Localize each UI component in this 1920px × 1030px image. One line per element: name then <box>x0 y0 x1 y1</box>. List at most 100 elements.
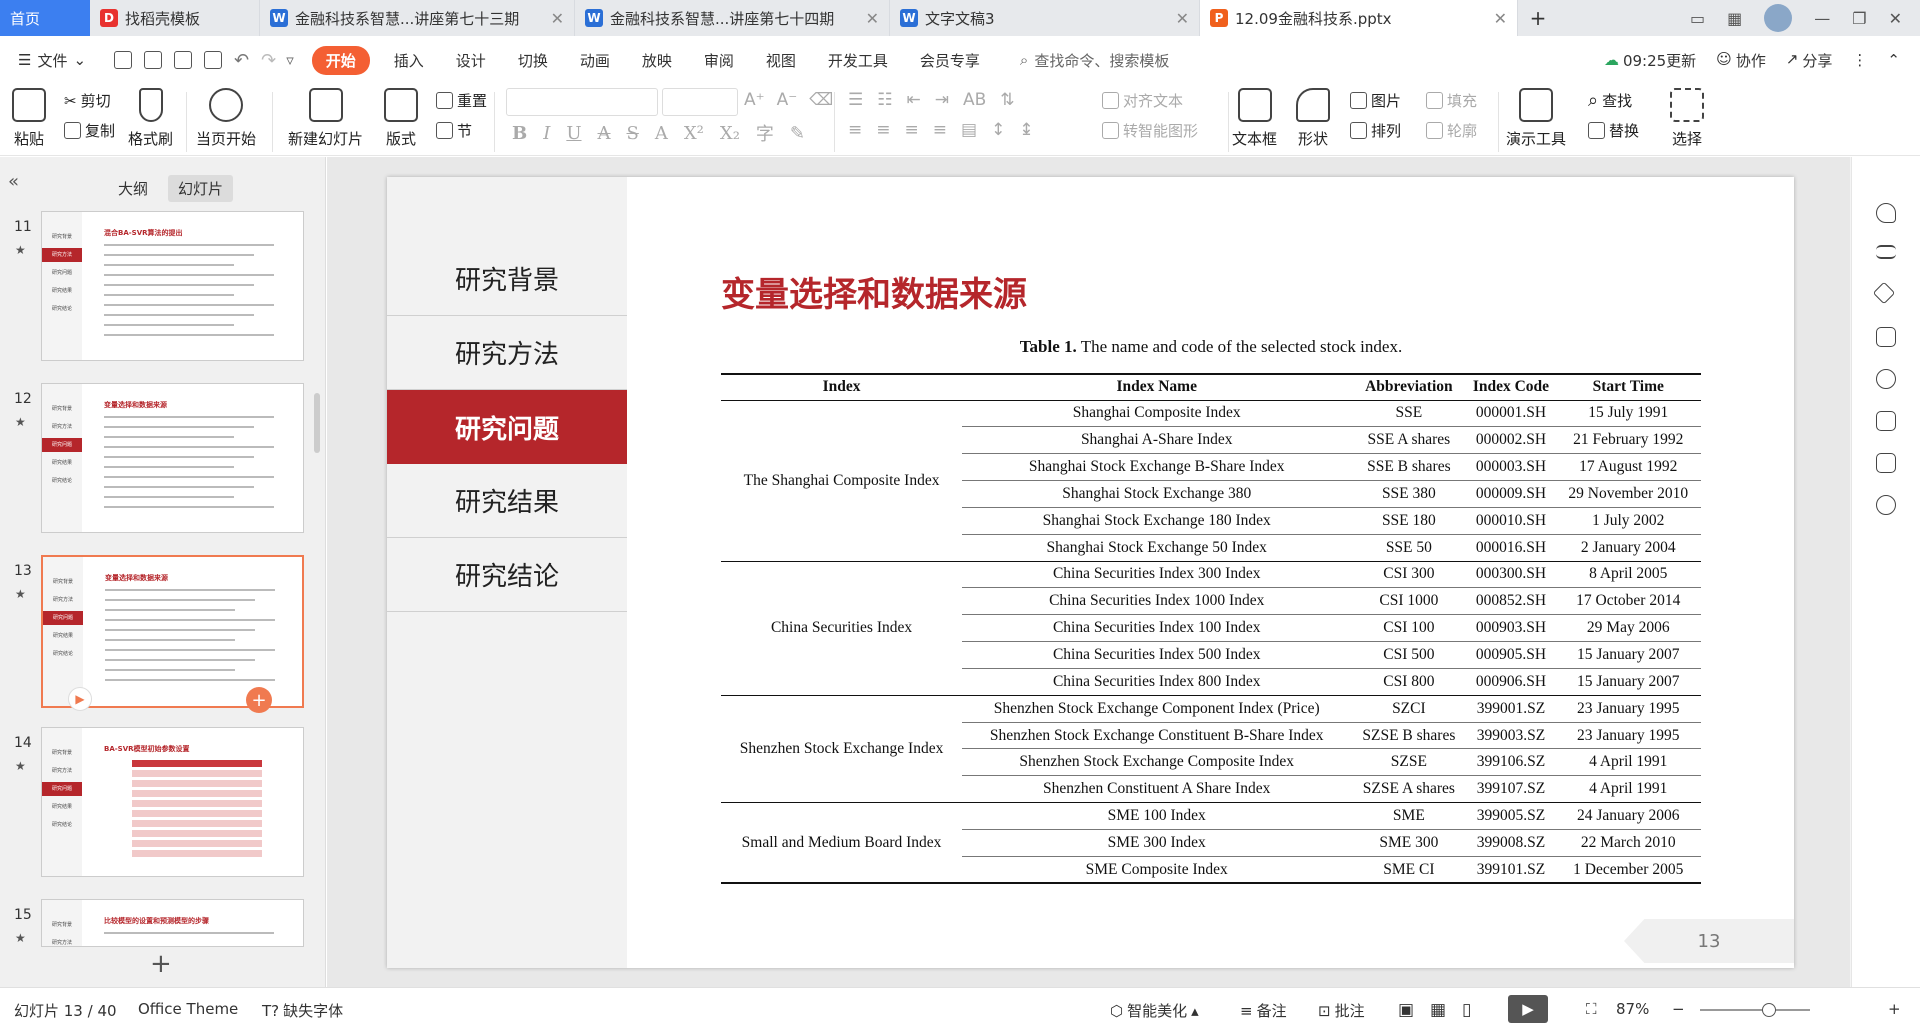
book-icon[interactable] <box>1876 453 1896 473</box>
zoom-in-icon[interactable]: + <box>1888 1000 1901 1018</box>
text-direction-icon[interactable]: AB <box>963 90 986 110</box>
rocket-icon[interactable] <box>1876 203 1896 223</box>
more-quick-icon[interactable]: ▿ <box>286 51 294 69</box>
shape-button[interactable]: 形状 <box>1296 88 1330 149</box>
outdent-icon[interactable]: ⇤ <box>907 90 921 110</box>
align-right-icon[interactable]: ≡ <box>905 120 919 140</box>
superscript-icon[interactable]: X² <box>684 123 704 144</box>
picture-button[interactable]: 图片 <box>1350 90 1401 111</box>
cut-button[interactable]: ✂ 剪切 <box>64 90 111 111</box>
close-icon[interactable]: ✕ <box>1889 9 1902 28</box>
comments-button[interactable]: ⊡ 批注 <box>1318 1000 1365 1021</box>
document-tab[interactable]: W 文字文稿3 ✕ <box>890 0 1200 36</box>
file-menu[interactable]: ☰ 文件 ⌄ <box>18 50 86 71</box>
collapse-ribbon-icon[interactable]: ⌃ <box>1887 51 1900 69</box>
strikethrough-icon[interactable]: A <box>598 123 611 144</box>
outline-button[interactable]: 轮廓 <box>1426 120 1477 141</box>
ribbon-tab[interactable]: 视图 <box>766 50 796 71</box>
avatar[interactable] <box>1764 4 1793 32</box>
tab-outline[interactable]: 大纲 <box>108 175 158 202</box>
format-painter-button[interactable]: 格式刷 <box>128 88 173 149</box>
reset-button[interactable]: 重置 <box>436 90 487 111</box>
close-tab-icon[interactable]: ✕ <box>551 9 564 28</box>
subscript-icon[interactable]: X₂ <box>720 123 740 144</box>
fit-window-icon[interactable]: ⛶ <box>1586 1000 1597 1018</box>
help-icon[interactable] <box>1876 369 1896 389</box>
convert-smartart-button[interactable]: 转智能图形 <box>1102 120 1198 141</box>
indent-icon[interactable]: ⇥ <box>935 90 949 110</box>
slide-thumbnail[interactable]: 研究背景 研究方法 研究问题 研究结果 研究结论 混合BA-SVR算法的提出 <box>41 211 304 361</box>
share-button[interactable]: ↗ 分享 <box>1786 50 1833 71</box>
ribbon-tab[interactable]: 设计 <box>456 50 486 71</box>
arrange-button[interactable]: 排列 <box>1350 120 1401 141</box>
reading-mode-icon[interactable]: ▭ <box>1690 9 1705 28</box>
play-thumb-icon[interactable]: ▶ <box>68 687 92 711</box>
document-tab[interactable]: 首页 <box>0 0 90 36</box>
settings-sliders-icon[interactable] <box>1876 245 1896 259</box>
collapse-panel-icon[interactable]: « <box>8 171 19 192</box>
select-button[interactable]: 选择 <box>1670 88 1704 149</box>
tab-slides[interactable]: 幻灯片 <box>168 175 234 202</box>
shrink-font-icon[interactable]: A⁻ <box>777 90 798 110</box>
theme-name[interactable]: Office Theme <box>138 1000 238 1018</box>
distribute-icon[interactable]: ▤ <box>961 120 977 140</box>
command-search[interactable]: ⌕ 查找命令、搜索模板 <box>1020 50 1169 71</box>
redo-icon[interactable]: ↷ <box>261 50 276 71</box>
zoom-level[interactable]: 87% <box>1616 1000 1649 1018</box>
document-tab[interactable]: W 金融科技系智慧...讲座第七十四期 ✕ <box>575 0 890 36</box>
document-tab[interactable]: P 12.09金融科技系.pptx ✕ <box>1200 0 1518 36</box>
export-icon[interactable] <box>144 51 163 69</box>
ribbon-tab[interactable]: 会员专享 <box>920 50 980 71</box>
thumb-scrollbar[interactable] <box>314 393 320 453</box>
slide-thumbnail[interactable]: 研究背景 研究方法 研究问题 研究结果 研究结论 BA-SVR模型初始参数设置 <box>41 727 304 877</box>
zoom-slider[interactable] <box>1700 1003 1810 1017</box>
star-icon[interactable] <box>1872 281 1896 305</box>
notes-button[interactable]: ≡ 备注 <box>1240 1000 1287 1021</box>
font-family-select[interactable] <box>506 88 658 116</box>
grid-icon[interactable]: ▦ <box>1727 9 1742 28</box>
play-from-current-button[interactable]: 当页开始 <box>196 88 256 149</box>
highlight-icon[interactable]: ✎ <box>790 123 805 144</box>
presenter-tools-button[interactable]: 演示工具 <box>1506 88 1566 149</box>
close-tab-icon[interactable]: ✕ <box>1494 9 1507 28</box>
add-slide-after-icon[interactable]: + <box>246 687 272 713</box>
print-preview-icon[interactable] <box>204 51 223 69</box>
new-slide-button[interactable]: 新建幻灯片 <box>288 88 363 149</box>
current-slide[interactable]: 研究背景 研究方法 研究问题 研究结果 研究结论 变量选择和数据来源 Table 1. … <box>387 177 1794 968</box>
ribbon-tab[interactable]: 审阅 <box>704 50 734 71</box>
document-tab[interactable]: D 找稻壳模板 <box>90 0 260 36</box>
reading-view-icon[interactable]: ▯ <box>1462 1000 1471 1020</box>
slide-thumbnail[interactable]: 研究背景 研究方法 研究问题 研究结果 研究结论 变量选择和数据来源 <box>41 555 304 708</box>
new-tab-button[interactable]: + <box>1518 0 1558 36</box>
bold-icon[interactable]: B <box>512 123 527 144</box>
align-center-icon[interactable]: ≡ <box>876 120 890 140</box>
underline-icon[interactable]: U <box>566 123 581 144</box>
image-panel-icon[interactable] <box>1876 411 1896 431</box>
close-tab-icon[interactable]: ✕ <box>866 9 879 28</box>
fill-button[interactable]: 填充 <box>1426 90 1477 111</box>
copy-button[interactable]: 复制 <box>64 120 115 141</box>
layout-button[interactable]: 版式 <box>384 88 418 149</box>
close-tab-icon[interactable]: ✕ <box>1176 9 1189 28</box>
ribbon-tab[interactable]: 插入 <box>394 50 424 71</box>
phonetic-icon[interactable]: 字 <box>756 120 774 146</box>
section-button[interactable]: 节 <box>436 120 472 141</box>
sorter-view-icon[interactable]: ▦ <box>1430 1000 1446 1020</box>
slideshow-play-button[interactable]: ▶ <box>1508 995 1548 1023</box>
undo-icon[interactable]: ↶ <box>234 50 249 71</box>
missing-font-button[interactable]: T? 缺失字体 <box>262 1000 343 1021</box>
copy-panel-icon[interactable] <box>1876 327 1896 347</box>
font-color-icon[interactable]: A <box>655 123 668 144</box>
cloud-sync-status[interactable]: ☁ 09:25更新 <box>1604 50 1696 71</box>
align-text-button[interactable]: 对齐文本 <box>1102 90 1183 111</box>
minimize-icon[interactable]: — <box>1814 9 1830 28</box>
font-size-select[interactable] <box>662 88 738 116</box>
ribbon-tab[interactable]: 开发工具 <box>828 50 888 71</box>
save-icon[interactable] <box>114 51 133 69</box>
zoom-out-icon[interactable]: − <box>1672 1000 1685 1018</box>
normal-view-icon[interactable]: ▣ <box>1398 1000 1414 1020</box>
document-tab[interactable]: W 金融科技系智慧...讲座第七十三期 ✕ <box>260 0 575 36</box>
slide-thumbnail[interactable]: 研究背景 研究方法 研究问题 研究结果 研究结论 变量选择和数据来源 <box>41 383 304 533</box>
restore-icon[interactable]: ❐ <box>1852 9 1866 28</box>
print-icon[interactable] <box>174 51 193 69</box>
